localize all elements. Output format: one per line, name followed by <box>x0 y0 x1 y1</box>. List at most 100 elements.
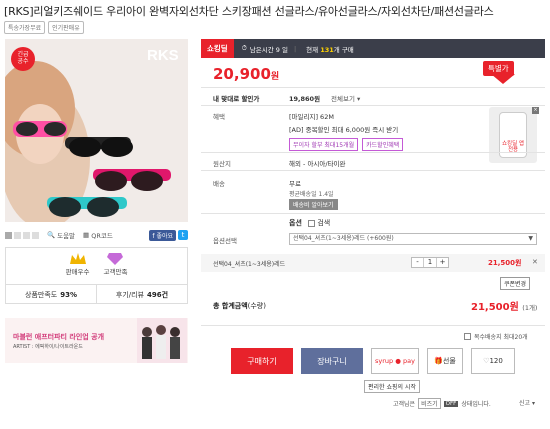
option-select[interactable]: 선택04_셔츠(1~3세용)레드 (+600원) ▼ <box>289 233 537 245</box>
facebook-like-button[interactable]: f 좋아요 <box>149 229 176 241</box>
option-search-label: 검색 <box>317 219 331 227</box>
qr-icon: ▦ <box>83 231 90 239</box>
thumb-dot[interactable] <box>32 231 39 239</box>
badge-satisfaction-label: 고객만족 <box>103 268 128 276</box>
benefit-coupon-link[interactable]: [AD] 중복할인 최대 6,000원 즉시 받기 <box>289 124 398 134</box>
artists-photo <box>137 318 187 363</box>
down-arrow-icon <box>491 74 515 84</box>
review-stat[interactable]: 후기/리뷰 496건 <box>96 285 187 304</box>
coupon-change-button[interactable]: 쿠폰변경 <box>500 277 531 290</box>
banner-sub: ARTIST : 에픽하이/나이트라운드 <box>13 344 83 350</box>
gift-button[interactable]: 🎁 선물 <box>427 348 463 374</box>
option-title: 옵션 <box>289 219 302 227</box>
like-count: 120 <box>489 357 503 365</box>
coupon-chips: 무이자 할부 최대15개월 카드할인혜택 <box>289 138 404 151</box>
option-label: 옵션선택 <box>213 237 237 245</box>
satisfaction-stat: 상품만족도 93% <box>6 285 96 304</box>
shipping-info-button[interactable]: 배송비 알아보기 <box>289 199 338 210</box>
origin-value: 해외 - 아시아/타이완 <box>289 160 346 168</box>
thumb-dot[interactable] <box>5 231 12 239</box>
sold-number: 131 <box>320 45 334 54</box>
deal-timer: ⏱ 남은시간 9 일 <box>242 44 288 54</box>
event-banner[interactable]: 마블런 애프터파티 라인업 공개 ARTIST : 에픽하이/나이트라운드 <box>5 318 188 363</box>
buy-button[interactable]: 구매하기 <box>231 348 293 374</box>
option-header: 옵션 검색 <box>289 218 330 228</box>
badge-seller: 판매우수 <box>66 252 90 284</box>
multi-address-option[interactable]: 복수배송지 최대20개 <box>464 332 528 341</box>
action-buttons: 구매하기 장바구니 syrup ● pay 🎁 선물 ♡ 120 <box>231 348 515 374</box>
origin-label: 원산지 <box>213 160 231 168</box>
banner-headline: 마블런 애프터파티 라인업 공개 <box>13 333 105 341</box>
app-promo[interactable]: 쇼킹딜 앱전용 <box>489 107 537 163</box>
price-value: 20,900 <box>213 65 271 83</box>
deal-time: 남은시간 9 일 <box>249 45 288 54</box>
review-value: 496건 <box>147 290 169 299</box>
deal-price: 20,900원 <box>213 65 279 83</box>
benefit-mileage: [마일리지] 62M <box>289 113 334 121</box>
sold-count: 현재 131개 구매 <box>306 44 354 54</box>
quantity-stepper[interactable]: - 1 + <box>411 257 449 268</box>
help-button[interactable]: 🔍 도움말 <box>47 230 75 240</box>
tag-popular[interactable]: 인기판매유 <box>48 21 84 34</box>
total-label-text: 총 합계금액 <box>213 302 248 310</box>
card-discount-chip[interactable]: 카드할인혜택 <box>362 138 404 151</box>
option-select-value: 선택04_셔츠(1~3세용)레드 (+600원) <box>293 235 394 242</box>
biz-status: 고객님은 비즈기 OFF 상태입니다. <box>393 398 491 409</box>
like-button[interactable]: ♡ 120 <box>471 348 515 374</box>
option-search-checkbox[interactable]: 검색 <box>307 218 331 228</box>
qr-button[interactable]: ▦ QR코드 <box>83 230 113 240</box>
syrup-pay-button[interactable]: syrup ● pay <box>371 348 419 374</box>
remove-icon[interactable]: ✕ <box>532 258 538 266</box>
crown-icon <box>69 253 86 264</box>
quantity-value[interactable]: 1 <box>423 258 437 267</box>
my-discount-value: 19,860원 <box>289 95 321 103</box>
report-label: 신고 <box>519 400 531 407</box>
purchase-panel: 쇼킹딜 ⏱ 남은시간 9 일 | 현재 131개 구매 20,900원 특별가 … <box>201 39 545 424</box>
twitter-icon[interactable]: t <box>178 230 188 240</box>
seller-badges: 판매우수 고객만족 상품만족도 93% 후기/리뷰 496건 <box>5 247 188 304</box>
biz-toggle-label[interactable]: 비즈기 <box>418 398 441 409</box>
satisfaction-value: 93% <box>60 290 77 299</box>
deal-bar: 쇼킹딜 ⏱ 남은시간 9 일 | 현재 131개 구매 <box>201 39 545 58</box>
my-discount-label: 내 맞대로 할인가 <box>213 95 260 103</box>
tag-free[interactable]: 특송가장무료 <box>4 21 46 34</box>
multi-address-checkbox[interactable] <box>464 333 471 340</box>
product-title: [RKS]리얼키즈쉐이드 우리아이 완벽자외선차단 스키장패션 선글라스/유아선… <box>4 5 494 18</box>
customer-label: 고객님은 <box>393 401 416 408</box>
review-label: 후기/리뷰 <box>115 290 145 299</box>
product-image[interactable]: 긴급 공수 RKS <box>5 39 188 222</box>
decrease-button[interactable]: - <box>412 258 423 267</box>
sold-suffix: 개 구매 <box>333 45 354 54</box>
divider <box>201 213 545 214</box>
shipping-label: 배송 <box>213 180 225 188</box>
help-label: 도움말 <box>57 232 76 240</box>
badge-satisfaction: 고객만족 <box>103 252 128 284</box>
benefit-label: 혜택 <box>213 113 225 121</box>
badge-seller-label: 판매우수 <box>65 268 90 276</box>
close-icon[interactable]: × <box>532 107 539 114</box>
increase-button[interactable]: + <box>437 258 448 267</box>
report-link[interactable]: 신고 ▾ <box>519 398 535 407</box>
selected-option-price: 21,500원 <box>488 259 522 267</box>
satisfaction-label: 상품만족도 <box>25 290 58 299</box>
thumb-dot[interactable] <box>23 231 30 239</box>
thumb-dot[interactable] <box>14 231 21 239</box>
magnifier-icon: 🔍 <box>47 231 56 239</box>
product-tags: 특송가장무료 인기판매유 <box>4 21 84 34</box>
shocking-deal-label[interactable]: 쇼킹딜 <box>201 39 234 58</box>
gallery-controls: 🔍 도움말 ▦ QR코드 f 좋아요 t <box>5 228 188 242</box>
syrup-tooltip: 편리한 쇼핑의 시작 <box>364 380 420 393</box>
total-label-sub: (수량) <box>247 302 266 310</box>
view-all-link[interactable]: 전체보기 ▾ <box>331 93 360 103</box>
biz-off-toggle[interactable]: OFF <box>443 400 459 407</box>
social-share: f 좋아요 t <box>149 229 188 241</box>
gift-icon: 🎁 <box>434 357 443 365</box>
multi-address-label: 복수배송지 최대20개 <box>474 334 528 341</box>
price-unit: 원 <box>270 72 280 82</box>
installment-chip[interactable]: 무이자 할부 최대15개월 <box>289 138 359 151</box>
cart-button[interactable]: 장바구니 <box>301 348 363 374</box>
brand-logo: RKS <box>147 47 179 64</box>
qr-label: QR코드 <box>91 232 113 240</box>
clock-icon: ⏱ <box>241 44 247 52</box>
sold-prefix: 현재 <box>306 45 319 54</box>
